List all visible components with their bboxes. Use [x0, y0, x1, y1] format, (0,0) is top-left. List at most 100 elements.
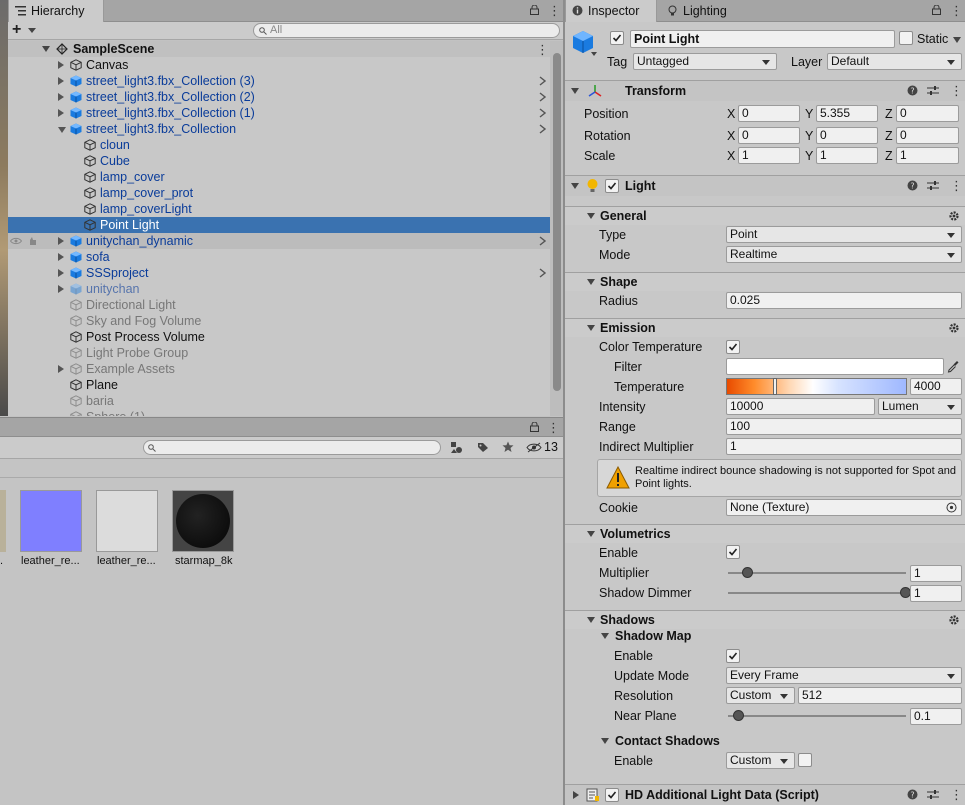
help-icon[interactable]: ? — [907, 85, 918, 96]
hierarchy-item[interactable]: unitychan — [8, 281, 550, 297]
expand-arrow[interactable] — [58, 285, 64, 293]
hd-light-data-header[interactable]: HD Additional Light Data (Script) ? ⋮ — [565, 784, 965, 805]
component-menu-icon[interactable]: ⋮ — [950, 788, 963, 801]
collapse-arrow[interactable] — [587, 617, 595, 623]
project-search-input[interactable] — [143, 440, 441, 455]
hierarchy-item[interactable]: lamp_coverLight — [8, 201, 550, 217]
add-button[interactable]: + — [12, 22, 42, 39]
hierarchy-item[interactable]: street_light3.fbx_Collection (3) — [8, 73, 550, 89]
position-y-axis-label[interactable]: Y — [805, 106, 813, 122]
emission-section-header[interactable]: Emission — [565, 318, 965, 337]
hierarchy-item[interactable]: Canvas — [8, 57, 550, 73]
asset-starmap[interactable] — [172, 490, 234, 552]
rotation-z-field[interactable]: 0 — [896, 127, 959, 144]
static-checkbox[interactable] — [899, 31, 913, 45]
shape-section-header[interactable]: Shape — [565, 272, 965, 291]
hidden-eye-icon[interactable] — [526, 442, 542, 453]
collapse-arrow[interactable] — [587, 213, 595, 219]
hierarchy-item[interactable]: Light Probe Group — [8, 345, 550, 361]
hd-light-enabled-checkbox[interactable] — [605, 788, 619, 802]
multiplier-slider-knob[interactable] — [741, 567, 753, 578]
hierarchy-item[interactable]: Sky and Fog Volume — [8, 313, 550, 329]
inspector-menu-icon[interactable]: ⋮ — [950, 4, 963, 17]
hierarchy-item[interactable]: street_light3.fbx_Collection — [8, 121, 550, 137]
favorite-star-icon[interactable] — [502, 441, 514, 453]
near-plane-slider-track[interactable] — [728, 715, 906, 717]
intensity-unit-dropdown[interactable]: Lumen — [878, 398, 962, 415]
eyedropper-icon[interactable] — [947, 360, 959, 373]
chevron-right-icon[interactable] — [539, 76, 546, 86]
settings-gear-icon[interactable] — [948, 210, 960, 222]
object-name-field[interactable]: Point Light — [630, 30, 895, 48]
rotation-y-field[interactable]: 0 — [816, 127, 878, 144]
collapse-arrow[interactable] — [571, 88, 579, 94]
filter-type-icon[interactable] — [450, 441, 464, 454]
volumetrics-enable-checkbox[interactable] — [726, 545, 740, 559]
expand-arrow[interactable] — [58, 109, 64, 117]
cookie-field[interactable]: None (Texture) — [726, 499, 962, 516]
hierarchy-scrollbar[interactable] — [550, 41, 563, 416]
color-temperature-checkbox[interactable] — [726, 340, 740, 354]
indirect-multiplier-field[interactable]: 1 — [726, 438, 962, 455]
chevron-right-icon[interactable] — [539, 108, 546, 118]
scale-y-axis-label[interactable]: Y — [805, 148, 813, 164]
general-section-header[interactable]: General — [565, 206, 965, 225]
tab-hierarchy[interactable]: Hierarchy — [8, 0, 104, 22]
position-z-axis-label[interactable]: Z — [885, 106, 893, 122]
temperature-handle[interactable] — [772, 378, 777, 395]
asset-leather-diffuse[interactable] — [96, 490, 158, 552]
transform-header[interactable]: Transform ? ⋮ — [565, 80, 965, 101]
preset-sliders-icon[interactable] — [927, 789, 939, 800]
chevron-right-icon[interactable] — [539, 268, 546, 278]
settings-gear-icon[interactable] — [948, 322, 960, 334]
hierarchy-item[interactable]: Post Process Volume — [8, 329, 550, 345]
temperature-field[interactable]: 4000 — [910, 378, 962, 395]
tag-dropdown[interactable]: Untagged — [633, 53, 777, 70]
chevron-right-icon[interactable] — [539, 124, 546, 134]
collapse-arrow[interactable] — [587, 531, 595, 537]
visibility-eye-icon[interactable] — [10, 237, 22, 245]
expand-arrow[interactable] — [58, 365, 64, 373]
scale-x-axis-label[interactable]: X — [727, 148, 735, 164]
light-header[interactable]: Light ? ⋮ — [565, 175, 965, 196]
expand-arrow[interactable] — [58, 253, 64, 261]
volumetrics-section-header[interactable]: Volumetrics — [565, 524, 965, 543]
hierarchy-item[interactable]: SSSproject — [8, 265, 550, 281]
hierarchy-menu-icon[interactable]: ⋮ — [548, 4, 561, 17]
tab-lighting[interactable]: Lighting — [661, 0, 753, 22]
lock-icon[interactable] — [530, 422, 539, 432]
expand-arrow[interactable] — [58, 93, 64, 101]
expand-arrow[interactable] — [42, 46, 50, 52]
pickable-hand-icon[interactable] — [28, 236, 38, 246]
object-active-checkbox[interactable] — [610, 31, 624, 45]
scale-z-field[interactable]: 1 — [896, 147, 959, 164]
position-x-field[interactable]: 0 — [738, 105, 800, 122]
hierarchy-item-selected[interactable]: Point Light — [8, 217, 550, 233]
shadow-map-collapse-arrow[interactable] — [601, 633, 609, 639]
resolution-field[interactable]: 512 — [798, 687, 962, 704]
filter-color-swatch[interactable] — [726, 358, 944, 375]
expand-arrow[interactable] — [58, 237, 64, 245]
lock-icon[interactable] — [932, 5, 941, 15]
multiplier-slider-track[interactable] — [728, 572, 906, 574]
hierarchy-item[interactable]: baria — [8, 393, 550, 409]
scene-menu-icon[interactable]: ⋮ — [536, 43, 549, 56]
scrollbar-thumb[interactable] — [553, 53, 561, 391]
collapse-arrow[interactable] — [571, 183, 579, 189]
position-z-field[interactable]: 0 — [896, 105, 959, 122]
hierarchy-item[interactable]: street_light3.fbx_Collection (1) — [8, 105, 550, 121]
hierarchy-item[interactable]: Plane — [8, 377, 550, 393]
expand-arrow[interactable] — [58, 61, 64, 69]
mode-dropdown[interactable]: Realtime — [726, 246, 962, 263]
hierarchy-item[interactable]: Cube — [8, 153, 550, 169]
help-icon[interactable]: ? — [907, 789, 918, 800]
contact-shadows-checkbox[interactable] — [798, 753, 812, 767]
expand-arrow[interactable] — [573, 791, 579, 799]
chevron-right-icon[interactable] — [539, 236, 546, 246]
temperature-gradient-slider[interactable] — [726, 378, 907, 395]
tab-inspector[interactable]: Inspector — [565, 0, 657, 22]
hierarchy-item[interactable]: cloun — [8, 137, 550, 153]
rotation-x-field[interactable]: 0 — [738, 127, 800, 144]
scale-y-field[interactable]: 1 — [816, 147, 878, 164]
shadow-dimmer-slider-track[interactable] — [728, 592, 906, 594]
